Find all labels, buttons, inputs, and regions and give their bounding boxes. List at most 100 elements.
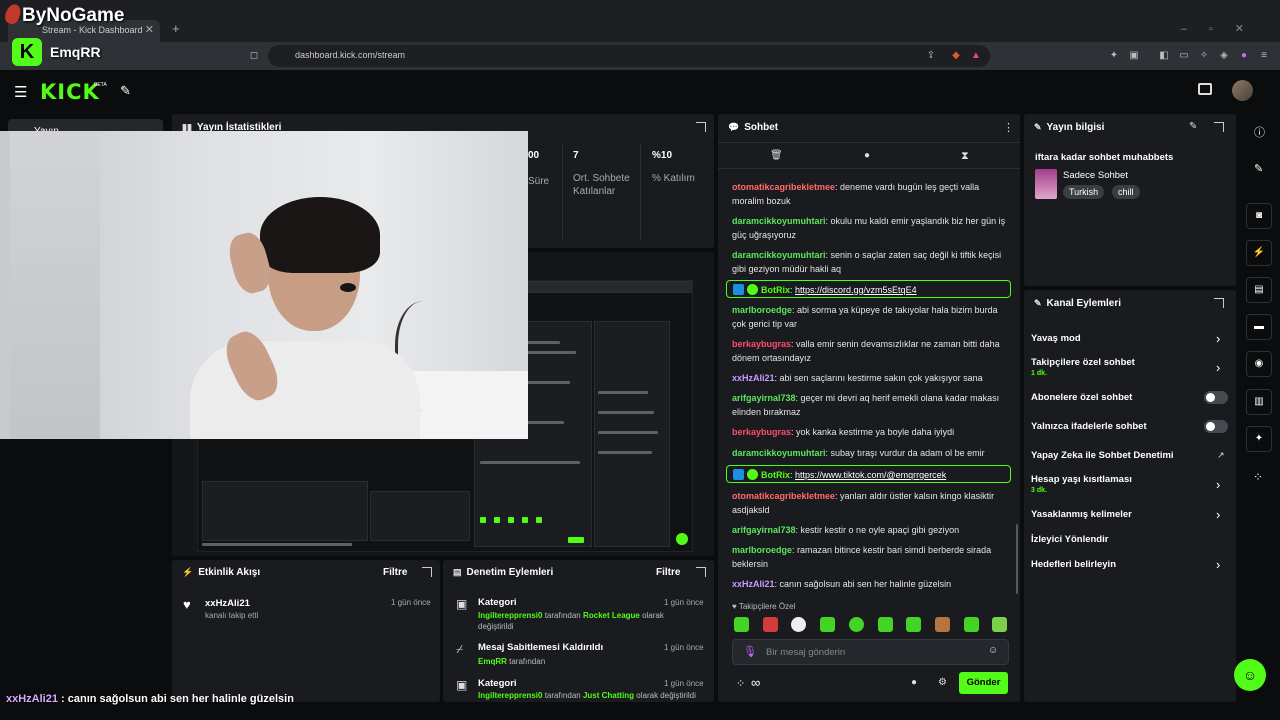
expand-icon[interactable] [696, 567, 706, 577]
leo-icon[interactable]: ✧ [1198, 50, 1210, 62]
action-subscribers-only[interactable]: Abonelere özel sohbet [1031, 392, 1132, 403]
url-text: dashboard.kick.com/stream [295, 50, 406, 60]
screenshot-icon[interactable]: ▣ [1128, 50, 1140, 62]
chat-message: daramcikkoyumuhtari: senin o saçlar zate… [732, 250, 1002, 274]
hourglass-icon[interactable]: ⧗ [961, 150, 969, 163]
action-followers-only[interactable]: Takipçilere özel sohbet 1 dk. [1031, 357, 1135, 377]
mini-info [594, 321, 670, 547]
action-banned-words[interactable]: Yasaklanmış kelimeler [1031, 509, 1132, 520]
verified-badge-icon [747, 469, 758, 480]
chat-message: berkaybugras: valla emir senin devamsızl… [732, 339, 1000, 363]
channel-actions-panel: ✎ Kanal Eylemleri [1024, 290, 1236, 702]
window-controls[interactable]: –▫✕ [1181, 22, 1266, 35]
help-chat-button[interactable]: ☺ [1234, 659, 1266, 691]
filter-button[interactable]: Filtre [383, 567, 407, 578]
chevron-right-icon[interactable]: › [1216, 477, 1220, 492]
chat-input[interactable]: 🎙 Bir mesaj gönderin ☺ [732, 639, 1009, 665]
mod-item-title: Kategori [478, 597, 517, 608]
info-icon[interactable]: ⓘ [1254, 124, 1265, 140]
chevron-right-icon[interactable]: › [1216, 331, 1220, 346]
expand-icon[interactable] [1214, 122, 1224, 132]
menu-icon[interactable]: ≡ [1258, 50, 1270, 62]
send-button[interactable]: Gönder [959, 672, 1008, 694]
tools-icon[interactable]: ✎ [120, 83, 131, 99]
expand-icon[interactable] [1214, 298, 1224, 308]
chevron-right-icon[interactable]: › [1216, 557, 1220, 572]
emotes-only-toggle[interactable] [1204, 420, 1228, 433]
emote[interactable] [820, 617, 835, 632]
tag-chip[interactable]: Turkish [1063, 185, 1105, 199]
brave-shield-icon[interactable]: ◆ [950, 50, 962, 62]
category-thumbnail[interactable] [1035, 169, 1057, 199]
emote[interactable] [964, 617, 979, 632]
category-name[interactable]: Sadece Sohbet [1063, 170, 1128, 181]
bot-link[interactable]: https://www.tiktok.com/@emqrrgercek [795, 470, 946, 480]
beta-label: BETA [94, 82, 107, 88]
kick-logo[interactable]: KICK [40, 80, 100, 104]
extensions-icon[interactable]: ✦ [1108, 50, 1120, 62]
tag-chip[interactable]: chill [1112, 185, 1140, 199]
points-icon[interactable]: ⁘ [1253, 470, 1263, 484]
expand-icon[interactable] [696, 122, 706, 132]
emote[interactable] [992, 617, 1007, 632]
vpn-icon[interactable]: ◈ [1218, 50, 1230, 62]
bookmark-icon[interactable]: ◻ [248, 50, 260, 62]
emote[interactable] [763, 617, 778, 632]
emote[interactable] [734, 617, 749, 632]
bolt-icon[interactable]: ⚡ [1246, 240, 1272, 266]
verified-badge-icon [747, 284, 758, 295]
user-avatar[interactable] [1232, 80, 1253, 101]
url-input[interactable]: dashboard.kick.com/stream [268, 45, 990, 67]
chat-input-placeholder: Bir mesaj gönderin [766, 647, 846, 658]
stat-chatters: 7 Ort. Sohbete Katılanlar [573, 150, 630, 197]
close-tab-icon[interactable]: ✕ [145, 23, 154, 36]
wrench-icon[interactable]: ✦ [1246, 426, 1272, 452]
document-icon[interactable]: ▤ [1246, 277, 1272, 303]
emote[interactable] [849, 617, 864, 632]
wrench-icon: ✎ [1034, 298, 1042, 308]
emote[interactable] [878, 617, 893, 632]
subscribers-only-toggle[interactable] [1204, 391, 1228, 404]
points-icon[interactable]: ⁘ [736, 677, 745, 690]
new-tab-icon[interactable]: + [172, 21, 180, 36]
followers-only-label: ♥ Takipçilere Özel [732, 602, 796, 611]
rewards-icon[interactable]: ▲ [970, 50, 982, 62]
action-ai-moderation[interactable]: Yapay Zeka ile Sohbet Denetimi [1031, 450, 1174, 461]
activity-user[interactable]: xxHzAli21 [205, 598, 250, 609]
mic-icon[interactable]: 🎙 [743, 645, 757, 658]
emote[interactable] [791, 617, 806, 632]
chat-scrollbar[interactable] [1016, 524, 1018, 594]
more-options-icon[interactable]: ⋮ [1003, 121, 1014, 134]
action-emotes-only[interactable]: Yalnızca ifadelerle sohbet [1031, 421, 1147, 432]
chat-icon[interactable]: ▬ [1246, 314, 1272, 340]
external-link-icon[interactable]: ↗ [1217, 450, 1225, 461]
wallet-icon[interactable]: ▭ [1178, 50, 1190, 62]
edit-icon[interactable]: ✎ [1189, 121, 1197, 132]
expand-icon[interactable] [422, 567, 432, 577]
filter-button[interactable]: Filtre [656, 567, 680, 578]
action-slow-mode[interactable]: Yavaş mod [1031, 333, 1081, 344]
mod-item-desc: EmqRR tarafından [478, 657, 546, 666]
share-icon[interactable]: ⇪ [925, 50, 937, 62]
layout-icon[interactable]: ▥ [1246, 389, 1272, 415]
emoji-icon[interactable]: ☺ [988, 645, 998, 656]
action-set-goals[interactable]: Hedefleri belirleyin [1031, 559, 1116, 570]
broadcast-icon[interactable]: ◉ [1246, 351, 1272, 377]
action-account-age[interactable]: Hesap yaşı kısıtlaması 3 dk. [1031, 474, 1132, 494]
sidebar-toggle-icon[interactable]: ◧ [1158, 50, 1170, 62]
pencil-icon[interactable]: ✎ [1254, 162, 1263, 175]
chat-users-icon[interactable]: ● [911, 677, 917, 688]
dashboard-view-icon[interactable] [1198, 83, 1212, 95]
camera-icon[interactable]: ◙ [1246, 203, 1272, 229]
bot-link[interactable]: https://discord.gg/vzm5sEtqE4 [795, 285, 917, 295]
action-raid-viewers[interactable]: İzleyici Yönlendir [1031, 534, 1108, 545]
profile-icon[interactable]: ● [1238, 50, 1250, 62]
chevron-right-icon[interactable]: › [1216, 360, 1220, 375]
chevron-right-icon[interactable]: › [1216, 507, 1220, 522]
settings-gear-icon[interactable]: ⚙ [938, 677, 947, 688]
chat-bubble-icon[interactable]: ● [864, 150, 870, 161]
trash-icon[interactable]: 🗑 [770, 150, 783, 161]
emote[interactable] [935, 617, 950, 632]
emote[interactable] [906, 617, 921, 632]
hamburger-menu-icon[interactable]: ☰ [14, 83, 27, 101]
